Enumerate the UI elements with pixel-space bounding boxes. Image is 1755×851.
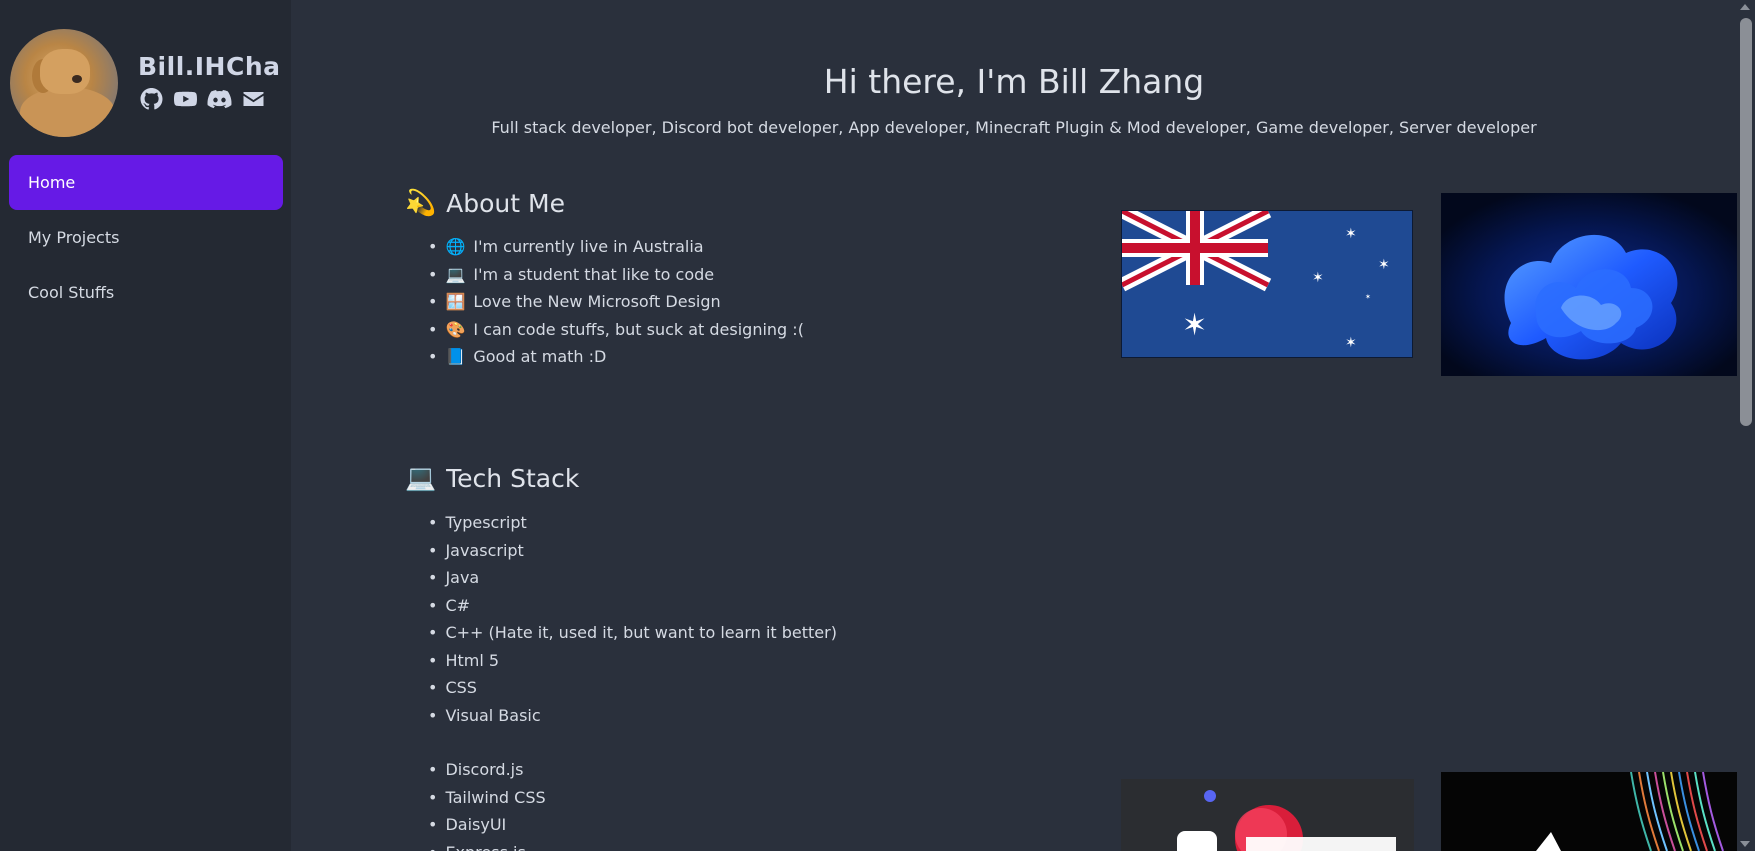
window-icon: 🪟 bbox=[445, 292, 466, 311]
svg-text:✶: ✶ bbox=[1312, 270, 1324, 286]
list-item: • 🪟 Love the New Microsoft Design bbox=[428, 288, 804, 316]
globe-icon: 🌐 bbox=[445, 237, 466, 256]
list-item: • Javascript bbox=[428, 540, 524, 560]
tech-languages-list: • Typescript • Javascript • Java • C# • C++ (… bbox=[428, 509, 837, 729]
social-links bbox=[138, 87, 281, 115]
mail-icon[interactable] bbox=[240, 87, 267, 115]
nav-item-home[interactable]: Home bbox=[9, 155, 283, 210]
list-item: • CSS bbox=[428, 678, 477, 697]
tech-title: Tech Stack bbox=[446, 463, 580, 493]
laptop-icon: 💻 bbox=[405, 463, 437, 492]
profile: Bill.IHCha bbox=[10, 29, 281, 137]
sidebar-nav: Home My Projects Cool Stuffs bbox=[9, 155, 283, 320]
tech-heading: 💻 Tech Stack bbox=[405, 463, 579, 493]
abstract-lines-image bbox=[1441, 772, 1737, 851]
list-item: • Visual Basic bbox=[428, 705, 541, 725]
nav-item-cool-stuffs[interactable]: Cool Stuffs bbox=[9, 265, 283, 320]
nav-item-my-projects[interactable]: My Projects bbox=[9, 210, 283, 265]
discord-logo-image bbox=[1121, 779, 1414, 851]
list-item: • Typescript bbox=[428, 513, 527, 532]
palette-icon: 🎨 bbox=[445, 319, 466, 339]
list-item: • DaisyUI bbox=[428, 815, 507, 834]
book-icon: 📘 bbox=[445, 347, 466, 366]
list-item: • C# bbox=[428, 595, 471, 615]
scroll-thumb[interactable] bbox=[1740, 18, 1752, 426]
list-item: • 📘 Good at math :D bbox=[428, 343, 804, 371]
sidebar: Bill.IHCha Home My Projects Cool Stuffs bbox=[0, 0, 291, 851]
list-item: •Express.js bbox=[428, 839, 546, 851]
list-item: • 🌐 I'm currently live in Australia bbox=[428, 233, 804, 261]
svg-text:✶: ✶ bbox=[1345, 226, 1357, 242]
svg-text:✶: ✶ bbox=[1345, 335, 1357, 351]
about-title: About Me bbox=[446, 188, 565, 218]
avatar bbox=[10, 29, 118, 137]
svg-text:✶: ✶ bbox=[1365, 293, 1371, 301]
tech-frameworks-list: •Discord.js •Tailwind CSS •DaisyUI •Expr… bbox=[428, 756, 546, 851]
svg-text:✶: ✶ bbox=[1182, 308, 1207, 343]
list-item: • C++ (Hate it, used it, but want to lear… bbox=[428, 623, 837, 642]
github-icon[interactable] bbox=[138, 87, 165, 115]
list-item: • 🎨 I can code stuffs, but suck at designi… bbox=[428, 316, 804, 344]
scroll-down-arrow[interactable] bbox=[1740, 841, 1750, 847]
about-heading: 💫 About Me bbox=[405, 188, 565, 218]
scroll-up-arrow[interactable] bbox=[1740, 4, 1750, 10]
page-subtitle: Full stack developer, Discord bot develo… bbox=[491, 118, 1537, 137]
youtube-icon[interactable] bbox=[172, 87, 199, 115]
list-item: • Java bbox=[428, 568, 480, 587]
laptop-icon: 💻 bbox=[445, 264, 466, 284]
list-item: • 💻 I'm a student that like to code bbox=[428, 261, 804, 289]
list-item: • Html 5 bbox=[428, 650, 500, 670]
profile-name: Bill.IHCha bbox=[138, 51, 281, 81]
page-title: Hi there, I'm Bill Zhang bbox=[823, 62, 1205, 101]
svg-text:✶: ✶ bbox=[1378, 257, 1390, 273]
about-list: • 🌐 I'm currently live in Australia • 💻 I'm … bbox=[428, 233, 804, 371]
australia-flag-image: ✶ ✶ ✶ ✶ ✶ ✶ bbox=[1121, 210, 1413, 358]
list-item: • Discord.js bbox=[428, 760, 524, 779]
list-item: • Tailwind CSS bbox=[428, 787, 546, 807]
discord-icon[interactable] bbox=[206, 87, 233, 115]
page-scrollbar[interactable] bbox=[1737, 0, 1755, 851]
windows-bloom-image bbox=[1441, 193, 1737, 376]
dizzy-icon: 💫 bbox=[405, 188, 437, 217]
